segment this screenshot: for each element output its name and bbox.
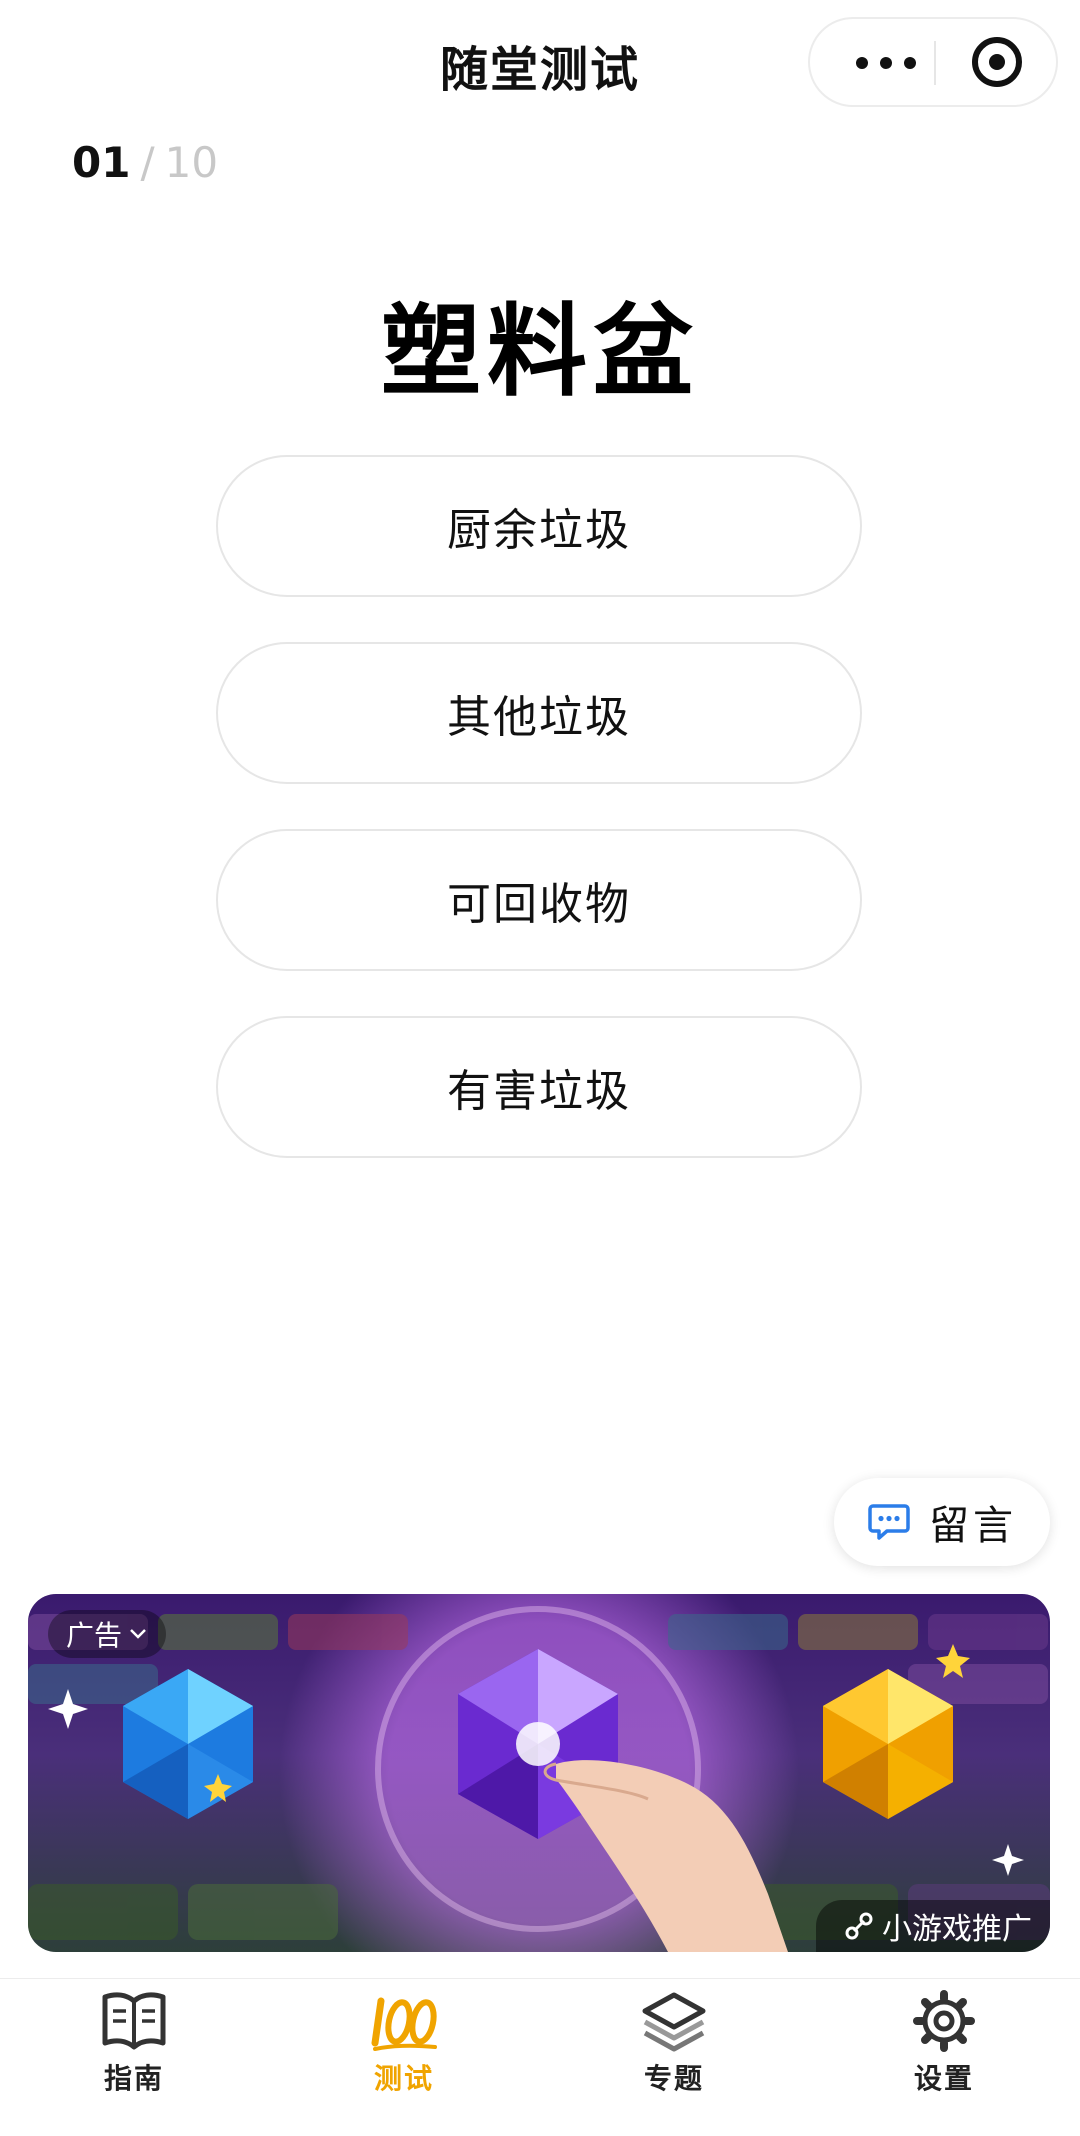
layers-icon	[642, 1992, 706, 2052]
question-progress: 01/10	[72, 138, 218, 187]
tab-topics-label: 专题	[643, 2062, 704, 2095]
chat-bubble-icon	[868, 1504, 910, 1540]
mini-program-capsule	[808, 17, 1058, 107]
option-hazardous-waste[interactable]: 有害垃圾	[216, 1016, 862, 1158]
tab-test[interactable]: 测试	[324, 1989, 484, 2097]
hundred-icon	[371, 1997, 437, 2051]
message-button-label: 留言	[929, 1503, 1017, 1549]
tab-settings-label: 设置	[913, 2062, 974, 2095]
progress-total: 10	[164, 138, 219, 187]
option-other-waste[interactable]: 其他垃圾	[216, 642, 862, 784]
bottom-tab-bar: 指南 测试 专题 设置	[0, 1978, 1080, 2136]
tab-topics[interactable]: 专题	[594, 1989, 754, 2097]
capsule-divider	[934, 41, 936, 85]
book-icon	[102, 1992, 166, 2050]
ad-banner[interactable]: 广告 小游戏推广	[28, 1594, 1050, 1952]
ad-badge[interactable]: 广告	[48, 1610, 167, 1658]
more-dot-icon	[904, 57, 916, 69]
link-icon	[845, 1912, 873, 1940]
close-target-icon[interactable]	[972, 37, 1022, 87]
tab-guide-label: 指南	[103, 2062, 164, 2095]
more-menu-button[interactable]	[840, 19, 940, 105]
ad-promo-tag: 小游戏推广	[816, 1900, 1050, 1952]
message-button[interactable]: 留言	[834, 1478, 1050, 1566]
more-dot-icon	[880, 57, 892, 69]
progress-separator: /	[140, 138, 155, 187]
ad-promo-label: 小游戏推广	[882, 1912, 1032, 1947]
ad-game-artwork	[28, 1606, 1050, 1952]
question-item: 塑料盆	[381, 293, 699, 410]
option-recyclable[interactable]: 可回收物	[216, 829, 862, 971]
answer-options: 厨余垃圾 其他垃圾 可回收物 有害垃圾	[216, 455, 862, 1203]
tab-test-label: 测试	[373, 2062, 434, 2095]
more-dot-icon	[856, 57, 868, 69]
progress-current: 01	[72, 138, 131, 187]
gear-icon	[913, 1990, 975, 2052]
option-kitchen-waste[interactable]: 厨余垃圾	[216, 455, 862, 597]
tab-guide[interactable]: 指南	[54, 1989, 214, 2097]
tab-settings[interactable]: 设置	[864, 1989, 1024, 2097]
chevron-down-icon	[130, 1629, 146, 1639]
ad-badge-label: 广告	[66, 1619, 123, 1652]
